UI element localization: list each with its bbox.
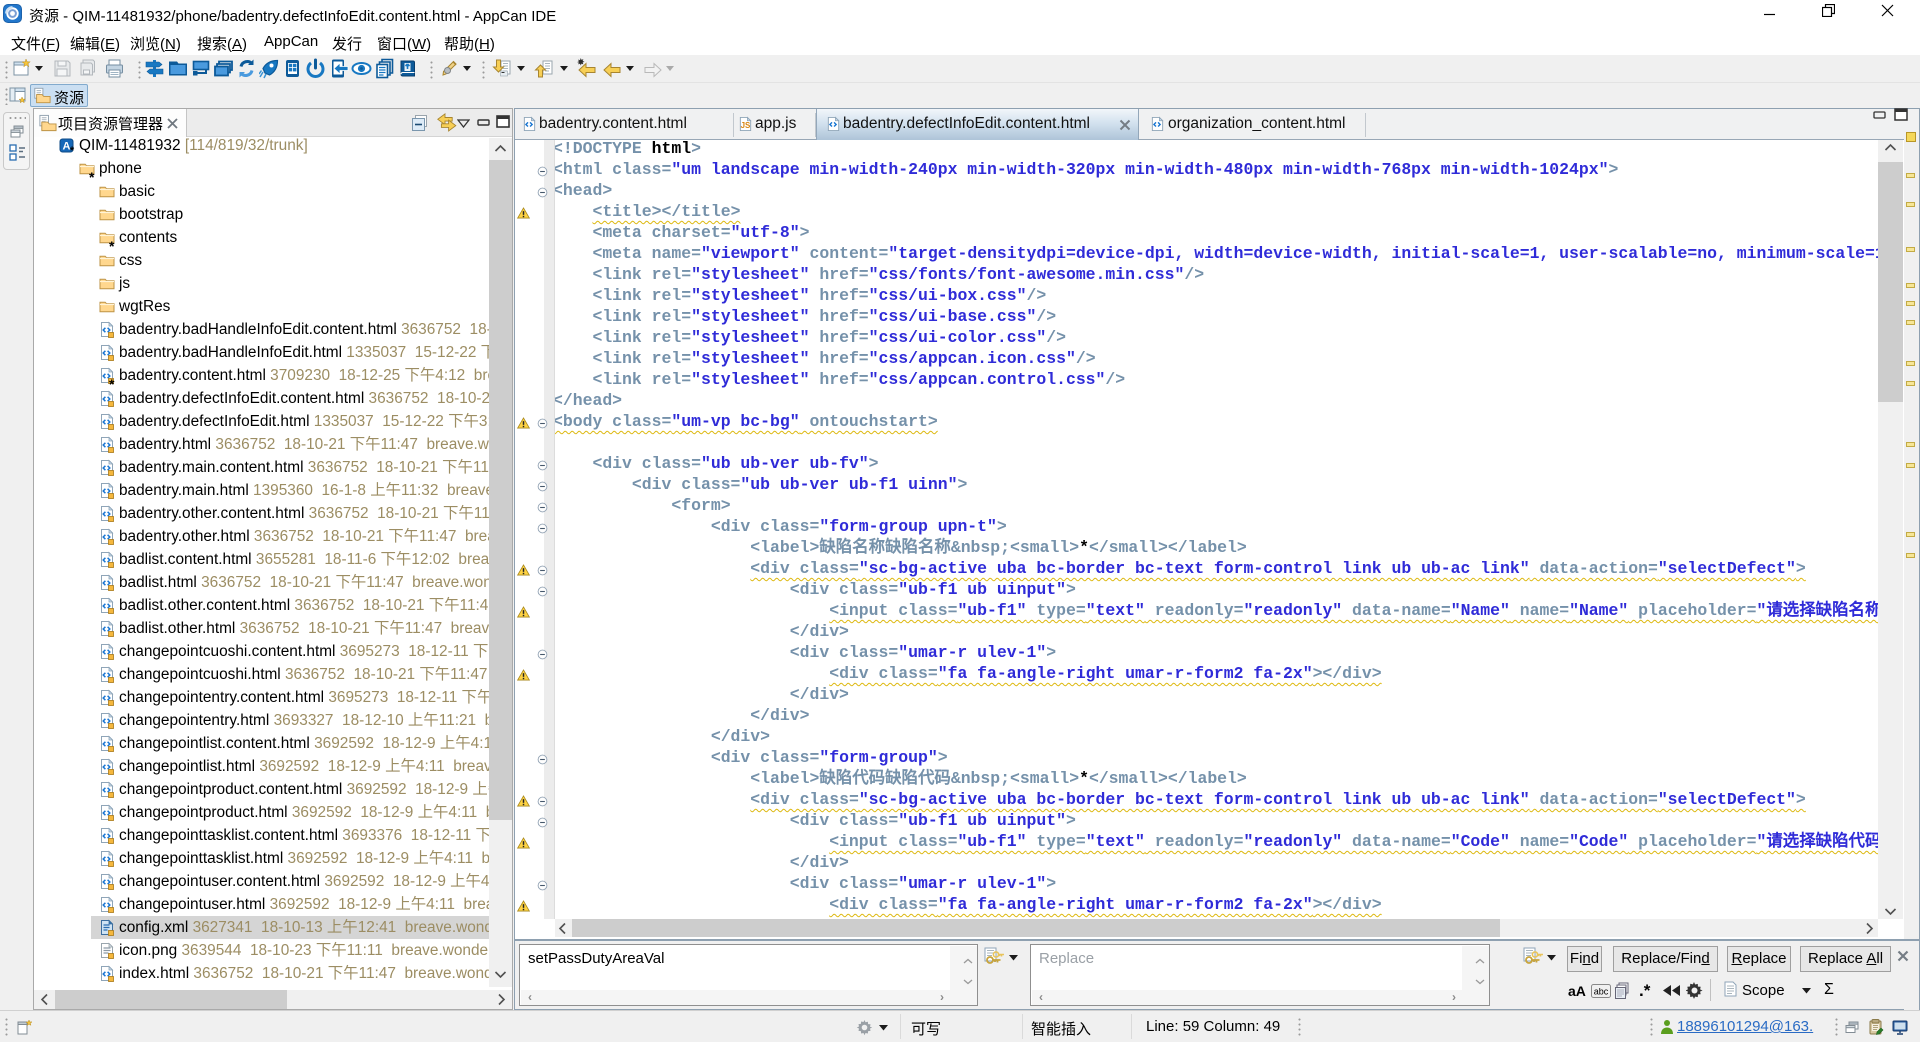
svg-text:abc: abc xyxy=(1594,987,1609,997)
